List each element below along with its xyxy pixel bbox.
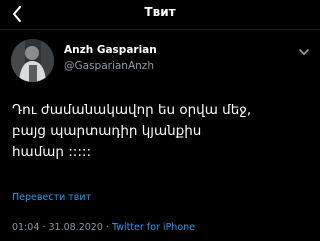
tweet-time: 01:04 (12, 222, 40, 233)
tweet-date: 31.08.2020 (48, 222, 103, 233)
tweet-screen: Твит Anzh Gasparian @GasparianAnzh Դու ժ… (0, 0, 320, 241)
page-title: Твит (144, 5, 176, 19)
author-handle[interactable]: @GasparianAnzh (64, 60, 157, 73)
avatar[interactable] (11, 39, 54, 82)
tweet-meta: 01:04 · 31.08.2020 · Twitter for iPhone (12, 222, 195, 233)
author-block[interactable]: Anzh Gasparian @GasparianAnzh (64, 44, 157, 73)
more-options-button[interactable] (296, 44, 312, 60)
meta-separator: · (105, 222, 109, 233)
tweet-text-line: համար ::::: (12, 144, 92, 160)
tweet-text-line: բայց պարտադիր կյանքիս (12, 123, 202, 139)
chevron-down-icon (299, 49, 309, 55)
tweet-text-line: Դու ժամանակավոր ես օրվա մեջ, (12, 102, 252, 118)
tweet-source-link[interactable]: Twitter for iPhone (112, 222, 195, 233)
author-name[interactable]: Anzh Gasparian (64, 44, 157, 57)
tweet-text: Դու ժամանակավոր ես օրվա մեջ, բայց պարտադ… (12, 100, 312, 163)
meta-separator: · (42, 222, 46, 233)
translate-tweet-link[interactable]: Перевести твит (12, 192, 91, 203)
top-bar: Твит (0, 0, 320, 30)
avatar-photo (11, 39, 54, 82)
